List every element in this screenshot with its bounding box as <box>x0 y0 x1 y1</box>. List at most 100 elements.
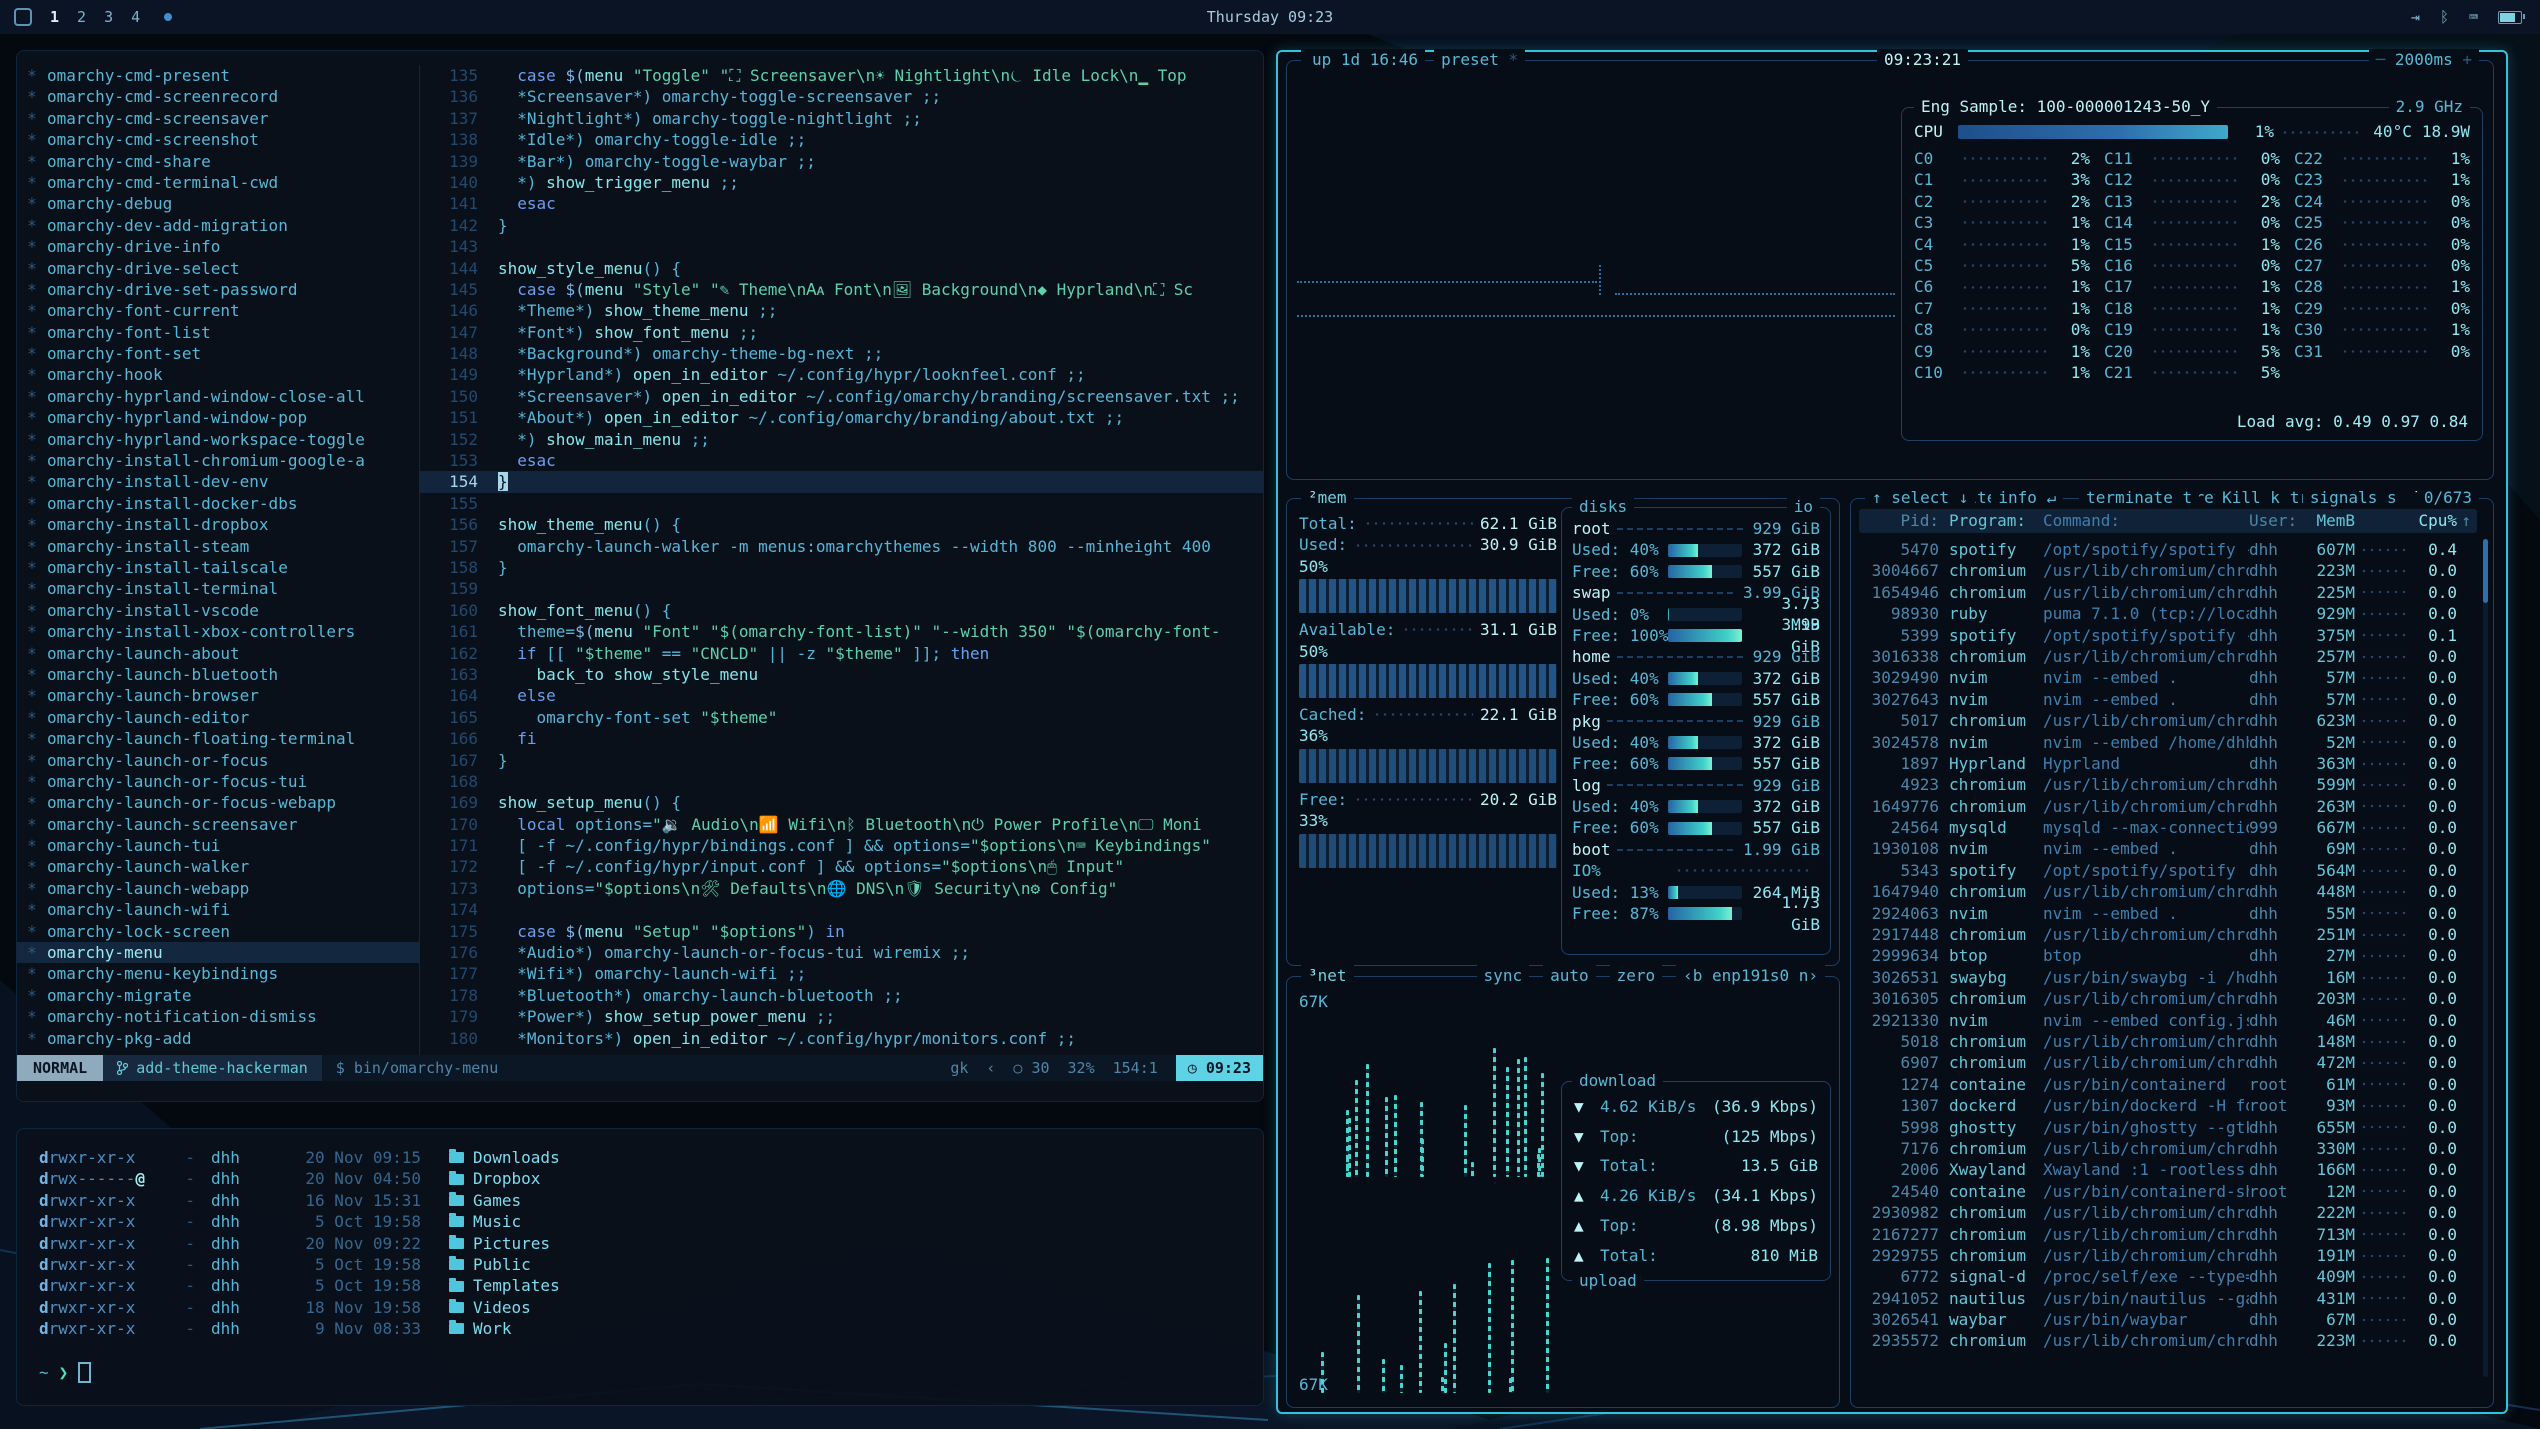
file-tree-item[interactable]: *omarchy-cmd-screensaver <box>17 108 419 129</box>
footer-action[interactable]: signals s <box>2303 487 2404 509</box>
file-tree-item[interactable]: *omarchy-hook <box>17 364 419 385</box>
file-tree-item[interactable]: *omarchy-debug <box>17 193 419 214</box>
file-tree-item[interactable]: *omarchy-install-dropbox <box>17 514 419 535</box>
process-row[interactable]: 2929755chromium/usr/lib/chromium/chromdh… <box>1859 1245 2477 1266</box>
file-tree-item[interactable]: *omarchy-cmd-screenshot <box>17 129 419 150</box>
keyboard-layout-icon[interactable]: ⌨ <box>2469 8 2478 26</box>
process-row[interactable]: 98930rubypuma 7.1.0 (tcp://localdhh929M0… <box>1859 603 2477 624</box>
file-tree-item[interactable]: *omarchy-pkg-add <box>17 1028 419 1049</box>
process-row[interactable]: 2999634btopbtopdhh27M0.0 <box>1859 945 2477 966</box>
process-row[interactable]: 24540containe/usr/bin/containerd-shiroot… <box>1859 1181 2477 1202</box>
file-tree-item[interactable]: *omarchy-launch-or-focus <box>17 750 419 771</box>
footer-action[interactable]: Kill k <box>2215 487 2287 509</box>
net-zero-button[interactable]: zero <box>1610 965 1663 987</box>
process-row[interactable]: 2167277chromium/usr/lib/chromium/chromdh… <box>1859 1224 2477 1245</box>
file-tree-item[interactable]: *omarchy-cmd-share <box>17 151 419 172</box>
file-tree-item[interactable]: *omarchy-launch-webapp <box>17 878 419 899</box>
file-tree-item[interactable]: *omarchy-font-set <box>17 343 419 364</box>
file-tree-item[interactable]: *omarchy-migrate <box>17 985 419 1006</box>
process-row[interactable]: 3016338chromium/usr/lib/chromium/chromdh… <box>1859 646 2477 667</box>
process-row[interactable]: 5470spotify/opt/spotify/spotify --dhh607… <box>1859 539 2477 560</box>
process-row[interactable]: 7176chromium/usr/lib/chromium/chromdhh33… <box>1859 1138 2477 1159</box>
process-row[interactable]: 2930982chromium/usr/lib/chromium/chromdh… <box>1859 1202 2477 1223</box>
file-tree-item[interactable]: *omarchy-launch-about <box>17 643 419 664</box>
footer-action[interactable]: ↑ select ↓ <box>1865 487 1975 509</box>
process-row[interactable]: 6772signal-d/proc/self/exe --type=rdhh40… <box>1859 1266 2477 1287</box>
file-tree-item[interactable]: *omarchy-install-dev-env <box>17 471 419 492</box>
process-row[interactable]: 1647940chromium/usr/lib/chromium/chromdh… <box>1859 881 2477 902</box>
io-toggle[interactable]: io <box>1787 496 1820 518</box>
file-tree-item[interactable]: *omarchy-install-docker-dbs <box>17 493 419 514</box>
net-auto-button[interactable]: auto <box>1543 965 1596 987</box>
process-row[interactable]: 2917448chromium/usr/lib/chromium/chromdh… <box>1859 924 2477 945</box>
file-tree-item[interactable]: *omarchy-launch-browser <box>17 685 419 706</box>
net-interface-selector[interactable]: ‹b enp191s0 n› <box>1676 965 1825 987</box>
file-tree-item[interactable]: *omarchy-hyprland-window-close-all <box>17 386 419 407</box>
net-box-title[interactable]: ³net <box>1301 965 1354 987</box>
process-row[interactable]: 3016305chromium/usr/lib/chromium/chromdh… <box>1859 988 2477 1009</box>
process-row[interactable]: 3026531swaybg/usr/bin/swaybg -i /homdhh1… <box>1859 967 2477 988</box>
battery-icon[interactable] <box>2498 11 2522 24</box>
process-row[interactable]: 5018chromium/usr/lib/chromium/chromdhh14… <box>1859 1031 2477 1052</box>
process-row[interactable]: 2921330nvimnvim --embed config.jsodhh46M… <box>1859 1010 2477 1031</box>
process-row[interactable]: 1307dockerd/usr/bin/dockerd -H fd:root93… <box>1859 1095 2477 1116</box>
file-tree-item[interactable]: *omarchy-menu-keybindings <box>17 963 419 984</box>
process-row[interactable]: 3029490nvimnvim --embed .dhh57M0.0 <box>1859 667 2477 688</box>
process-row[interactable]: 1930108nvimnvim --embed .dhh69M0.0 <box>1859 838 2477 859</box>
file-tree-item[interactable]: *omarchy-launch-screensaver <box>17 814 419 835</box>
process-row[interactable]: 1897HyprlandHyprlanddhh363M0.0 <box>1859 753 2477 774</box>
mem-box-title[interactable]: ²mem <box>1301 487 1354 509</box>
file-tree-item[interactable]: *omarchy-dev-add-migration <box>17 215 419 236</box>
file-tree-item[interactable]: *omarchy-launch-editor <box>17 707 419 728</box>
file-tree-item[interactable]: *omarchy-install-vscode <box>17 600 419 621</box>
file-tree-item[interactable]: *omarchy-notification-dismiss <box>17 1006 419 1027</box>
file-tree-item[interactable]: *omarchy-install-steam <box>17 536 419 557</box>
interval-minus-button[interactable]: ─ <box>2376 50 2386 69</box>
file-tree-item[interactable]: *omarchy-menu <box>17 942 419 963</box>
file-tree-item[interactable]: *omarchy-install-xbox-controllers <box>17 621 419 642</box>
preset-button[interactable]: preset * <box>1434 49 1525 71</box>
process-row[interactable]: 5998ghostty/usr/bin/ghostty --gtk-dhh655… <box>1859 1117 2477 1138</box>
file-tree-item[interactable]: *omarchy-hyprland-workspace-toggle <box>17 429 419 450</box>
process-row[interactable]: 2935572chromium/usr/lib/chromium/chromdh… <box>1859 1330 2477 1351</box>
disks-title[interactable]: disks <box>1572 496 1634 518</box>
process-row[interactable]: 3004667chromium/usr/lib/chromium/chromdh… <box>1859 560 2477 581</box>
file-tree-item[interactable]: *omarchy-font-current <box>17 300 419 321</box>
screencast-icon[interactable]: ⇥ <box>2411 8 2420 26</box>
net-sync-button[interactable]: sync <box>1477 965 1530 987</box>
footer-action[interactable]: terminate t <box>2079 487 2199 509</box>
file-tree-item[interactable]: *omarchy-launch-tui <box>17 835 419 856</box>
process-row[interactable]: 4923chromium/usr/lib/chromium/chromdhh59… <box>1859 774 2477 795</box>
file-tree-item[interactable]: *omarchy-cmd-present <box>17 65 419 86</box>
file-tree-item[interactable]: *omarchy-cmd-terminal-cwd <box>17 172 419 193</box>
process-row[interactable]: 1649776chromium/usr/lib/chromium/chromdh… <box>1859 796 2477 817</box>
bluetooth-icon[interactable]: ᛒ <box>2440 8 2449 26</box>
shell-prompt[interactable]: ~ ❯ <box>39 1362 1241 1383</box>
file-tree-item[interactable]: *omarchy-cmd-screenrecord <box>17 86 419 107</box>
file-tree-item[interactable]: *omarchy-drive-select <box>17 258 419 279</box>
file-tree-item[interactable]: *omarchy-lock-screen <box>17 921 419 942</box>
process-row[interactable]: 5399spotify/opt/spotify/spotify --dhh375… <box>1859 625 2477 646</box>
file-tree-item[interactable]: *omarchy-launch-floating-terminal <box>17 728 419 749</box>
file-tree-item[interactable]: *omarchy-install-terminal <box>17 578 419 599</box>
file-tree-item[interactable]: *omarchy-hyprland-window-pop <box>17 407 419 428</box>
process-row[interactable]: 1274containe/usr/bin/containerdroot61M0.… <box>1859 1074 2477 1095</box>
process-row[interactable]: 2924063nvimnvim --embed .dhh55M0.0 <box>1859 903 2477 924</box>
file-tree-item[interactable]: *omarchy-launch-walker <box>17 856 419 877</box>
interval-plus-button[interactable]: + <box>2462 50 2472 69</box>
file-tree-item[interactable]: *omarchy-launch-bluetooth <box>17 664 419 685</box>
file-tree-item[interactable]: *omarchy-launch-or-focus-webapp <box>17 792 419 813</box>
process-row[interactable]: 2941052nautilus/usr/bin/nautilus --gapdh… <box>1859 1288 2477 1309</box>
footer-action[interactable]: info ↵ <box>1991 487 2063 509</box>
file-tree-item[interactable]: *omarchy-install-tailscale <box>17 557 419 578</box>
process-row[interactable]: 3024578nvimnvim --embed /home/dhh/dhh52M… <box>1859 732 2477 753</box>
process-scrollbar[interactable] <box>2483 539 2488 1377</box>
process-row[interactable]: 2006XwaylandXwayland :1 -rootless -dhh16… <box>1859 1159 2477 1180</box>
process-row[interactable]: 1654946chromium/usr/lib/chromium/chromdh… <box>1859 582 2477 603</box>
process-row[interactable]: 24564mysqldmysqld --max-connection999667… <box>1859 817 2477 838</box>
file-tree-item[interactable]: *omarchy-drive-info <box>17 236 419 257</box>
command-line[interactable] <box>17 1081 1263 1101</box>
file-tree-item[interactable]: *omarchy-launch-or-focus-tui <box>17 771 419 792</box>
file-tree-item[interactable]: *omarchy-install-chromium-google-a <box>17 450 419 471</box>
process-row[interactable]: 5343spotify/opt/spotify/spotifydhh564M0.… <box>1859 860 2477 881</box>
